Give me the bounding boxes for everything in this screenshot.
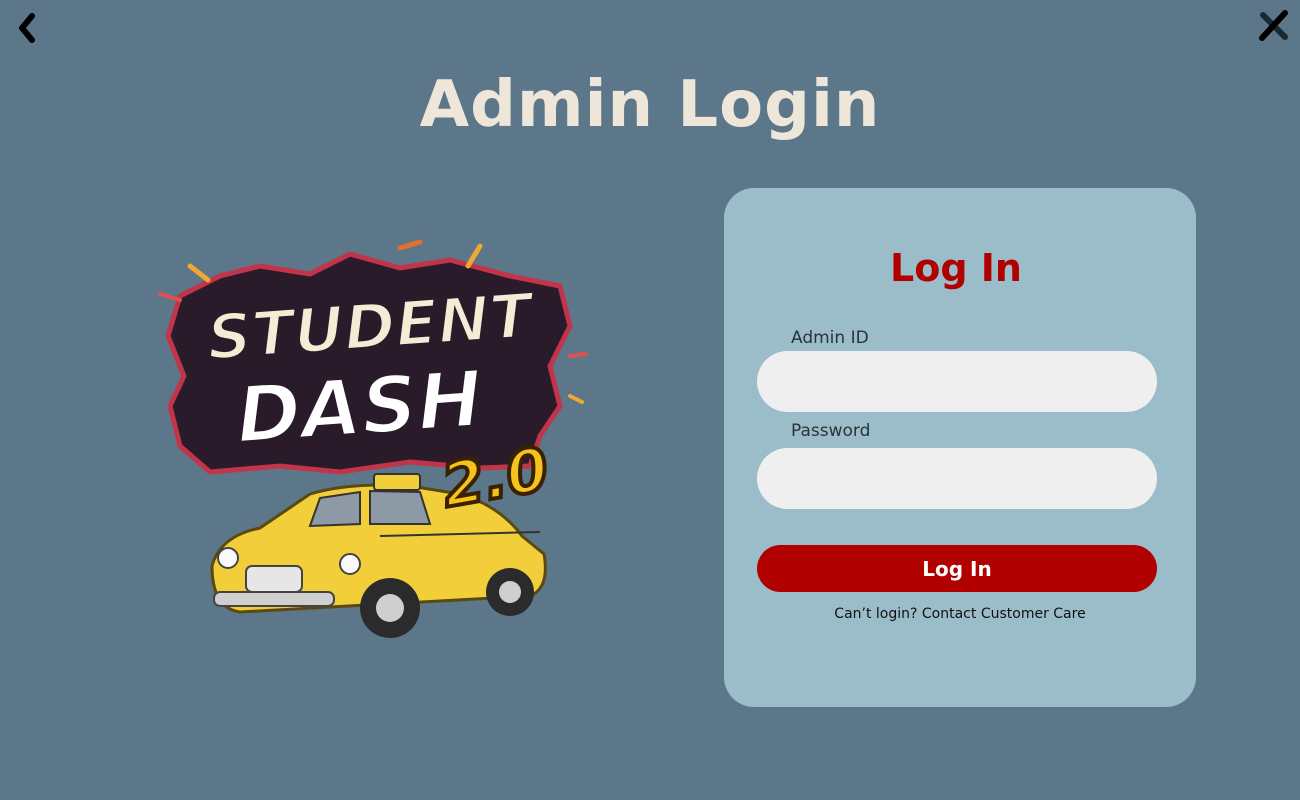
login-button[interactable]: Log In: [757, 545, 1157, 592]
password-input[interactable]: [757, 448, 1157, 509]
close-icon: [1259, 10, 1288, 41]
page-title: Admin Login: [419, 68, 881, 142]
student-dash-logo: STUDENT DASH 2.0: [150, 236, 590, 656]
admin-id-label: Admin ID: [791, 328, 869, 348]
login-title: Log In: [890, 246, 1022, 290]
logo-line2: DASH: [233, 355, 485, 462]
password-label: Password: [791, 421, 871, 441]
close-button[interactable]: [1256, 8, 1292, 44]
admin-id-input[interactable]: [757, 351, 1157, 412]
chevron-left-icon: [19, 13, 35, 43]
login-panel: Log In Admin ID Password Log In Can’t lo…: [724, 188, 1196, 707]
contact-customer-care-link[interactable]: Can’t login? Contact Customer Care: [724, 606, 1196, 622]
back-button[interactable]: [14, 12, 42, 44]
